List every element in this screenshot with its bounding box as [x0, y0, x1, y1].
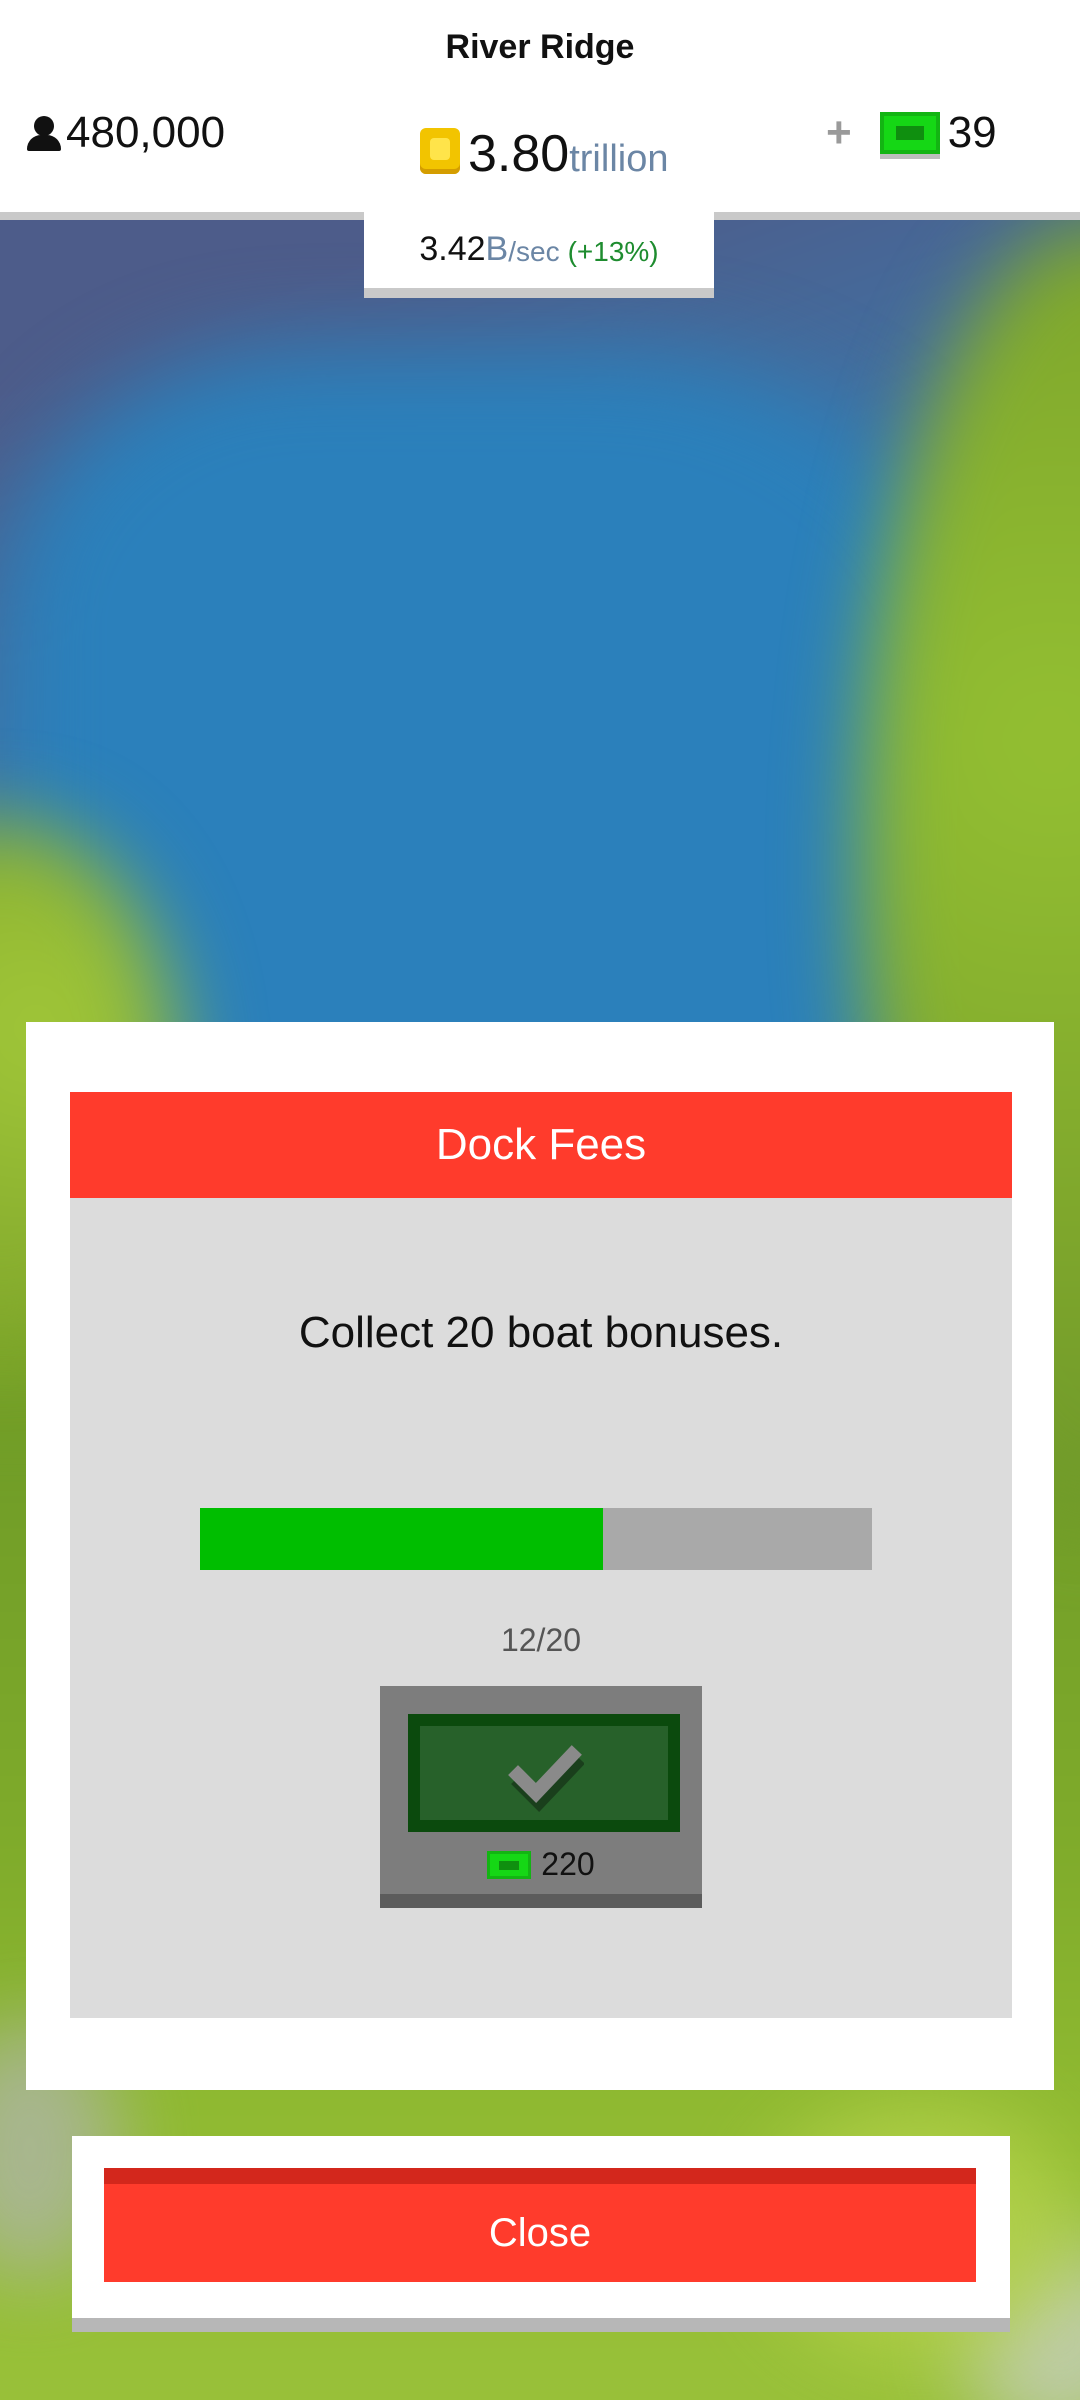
population-value: 480,000 — [66, 108, 226, 157]
population-display: 480,000 — [26, 108, 225, 158]
city-name[interactable]: River Ridge — [0, 28, 1080, 67]
reward-amount: 220 — [380, 1846, 702, 1883]
income-per: /sec — [508, 236, 560, 267]
plus-icon[interactable]: + — [826, 111, 852, 155]
income-bonus: (+13%) — [567, 236, 659, 267]
cash-value: 39 — [947, 108, 997, 157]
mission-description: Collect 20 boat bonuses. — [298, 1308, 784, 1357]
cash-balance[interactable]: + 39 — [826, 108, 997, 158]
cash-bill-icon — [487, 1850, 532, 1879]
coin-unit: trillion — [569, 138, 669, 180]
reward-box: 220 — [380, 1686, 702, 1908]
coin-balance: 3.80 trillion — [420, 128, 668, 180]
income-rate-tab: 3.42 B /sec (+13%) — [364, 210, 714, 298]
close-button[interactable]: Close — [104, 2168, 976, 2282]
progress-count: 12/20 — [500, 1622, 582, 1658]
progress-fill — [200, 1508, 604, 1570]
reward-value: 220 — [541, 1846, 595, 1882]
income-unit: B — [485, 229, 509, 268]
income-value: 3.42 — [419, 229, 486, 268]
top-status-bar: River Ridge 480,000 3.80 trillion + 39 — [0, 0, 1080, 220]
mission-title: Dock Fees — [70, 1092, 1012, 1198]
claim-reward-button[interactable] — [408, 1714, 680, 1832]
person-icon — [26, 115, 62, 151]
checkmark-icon — [508, 1745, 584, 1813]
mission-progress-bar — [200, 1508, 872, 1570]
mission-body: Collect 20 boat bonuses. 12/20 220 — [70, 1198, 1012, 2018]
mission-dialog: Dock Fees Collect 20 boat bonuses. 12/20… — [26, 1022, 1054, 2090]
cash-bill-icon — [879, 112, 940, 154]
close-button-container: Close — [72, 2136, 1010, 2332]
coin-icon — [420, 128, 460, 174]
coin-value: 3.80 — [468, 125, 570, 183]
